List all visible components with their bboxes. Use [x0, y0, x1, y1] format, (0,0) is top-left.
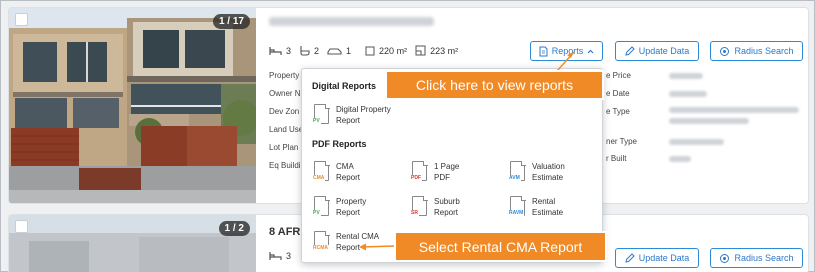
suburb-report-item[interactable]: SR Suburb Report — [410, 196, 460, 218]
radius-search-button[interactable]: Radius Search — [710, 41, 803, 61]
field-label: r Built — [606, 154, 627, 163]
field-label: Property — [269, 71, 300, 80]
field-label: Lot Plan — [269, 143, 299, 152]
cars-feature: 1 — [327, 46, 351, 56]
property-features: 3 2 1 220 m² 223 m² — [269, 45, 458, 56]
floor-feature: 223 m² — [415, 45, 458, 56]
field-label: Land Use — [269, 125, 304, 134]
property-photo[interactable]: 1 / 17 — [9, 8, 256, 203]
field-label: e Price — [606, 71, 631, 80]
beds-feature: 3 — [269, 46, 291, 56]
update-data-label: Update Data — [638, 253, 690, 263]
target-icon — [720, 253, 730, 263]
radius-search-label: Radius Search — [734, 46, 794, 56]
field-value-redacted — [669, 73, 703, 79]
floor-area: 223 m² — [430, 45, 459, 56]
target-icon — [720, 46, 730, 56]
field-value-redacted — [669, 118, 749, 124]
house-illustration — [9, 215, 256, 272]
baths-count: 2 — [314, 45, 320, 56]
car-icon — [327, 48, 342, 55]
document-icon — [539, 46, 548, 56]
document-icon: RAVM — [508, 196, 526, 217]
beds-count: 3 — [286, 251, 292, 261]
bath-icon — [300, 46, 310, 56]
bed-icon — [269, 252, 282, 260]
bed-icon — [269, 46, 282, 55]
view-reports-callout: Click here to view reports — [387, 72, 602, 98]
floor-area-icon — [415, 45, 426, 56]
field-value-redacted — [669, 156, 691, 162]
field-label: Owner N — [269, 89, 301, 98]
document-icon: PDF — [410, 161, 428, 182]
edit-icon — [625, 46, 635, 56]
land-size-icon — [365, 46, 375, 55]
photo-counter: 1 / 17 — [212, 14, 250, 29]
rental-estimate-item[interactable]: RAVM Rental Estimate — [508, 196, 563, 218]
reports-button-label: Reports — [551, 46, 584, 56]
field-label: Dev Zon — [269, 107, 300, 116]
field-label: e Date — [606, 89, 630, 98]
digital-property-report-item[interactable]: PV Digital Property Report — [312, 104, 391, 126]
document-icon: CMA — [312, 161, 330, 182]
update-data-button[interactable]: Update Data — [615, 41, 699, 61]
document-icon: RCMA — [312, 231, 330, 252]
land-feature: 220 m² — [365, 46, 407, 56]
digital-reports-heading: Digital Reports — [312, 81, 377, 91]
screenshot-frame: 1 / 17 3 2 1 220 m² 223 m² Reports Updat… — [0, 0, 815, 272]
edit-icon — [625, 253, 635, 263]
update-data-button[interactable]: Update Data — [615, 248, 699, 268]
select-checkbox[interactable] — [15, 13, 28, 26]
house-illustration — [9, 8, 256, 203]
radius-search-button[interactable]: Radius Search — [710, 248, 803, 268]
select-rental-cma-callout: Select Rental CMA Report — [396, 233, 605, 260]
update-data-label: Update Data — [638, 46, 690, 56]
pdf-reports-heading: PDF Reports — [312, 139, 367, 149]
one-page-pdf-item[interactable]: PDF 1 Page PDF — [410, 161, 459, 183]
field-value-redacted — [669, 91, 707, 97]
baths-feature: 2 — [299, 45, 319, 56]
field-label: ner Type — [606, 137, 637, 146]
land-size: 220 m² — [379, 45, 408, 56]
radius-search-label: Radius Search — [734, 253, 794, 263]
beds-count: 3 — [286, 45, 292, 56]
document-icon: PV — [312, 104, 330, 125]
rental-cma-report-item[interactable]: RCMA Rental CMA Report — [312, 231, 379, 253]
chevron-up-icon — [587, 49, 594, 53]
property-photo[interactable]: 1 / 2 — [9, 215, 256, 272]
document-icon: PV — [312, 196, 330, 217]
cma-report-item[interactable]: CMA CMA Report — [312, 161, 360, 183]
field-value-redacted — [669, 107, 799, 113]
property-report-item[interactable]: PV Property Report — [312, 196, 366, 218]
beds-feature: 3 — [269, 251, 291, 261]
field-value-redacted — [669, 139, 724, 145]
property-features: 3 — [269, 251, 291, 261]
field-label: e Type — [606, 107, 630, 116]
document-icon: AVM — [508, 161, 526, 182]
reports-button[interactable]: Reports — [530, 41, 603, 61]
select-checkbox[interactable] — [15, 220, 28, 233]
property-address-redacted — [269, 17, 434, 26]
document-icon: SR — [410, 196, 428, 217]
cars-count: 1 — [346, 45, 352, 56]
field-label: Eq Buildi — [269, 161, 301, 170]
valuation-estimate-item[interactable]: AVM Valuation Estimate — [508, 161, 565, 183]
photo-counter: 1 / 2 — [218, 221, 250, 236]
